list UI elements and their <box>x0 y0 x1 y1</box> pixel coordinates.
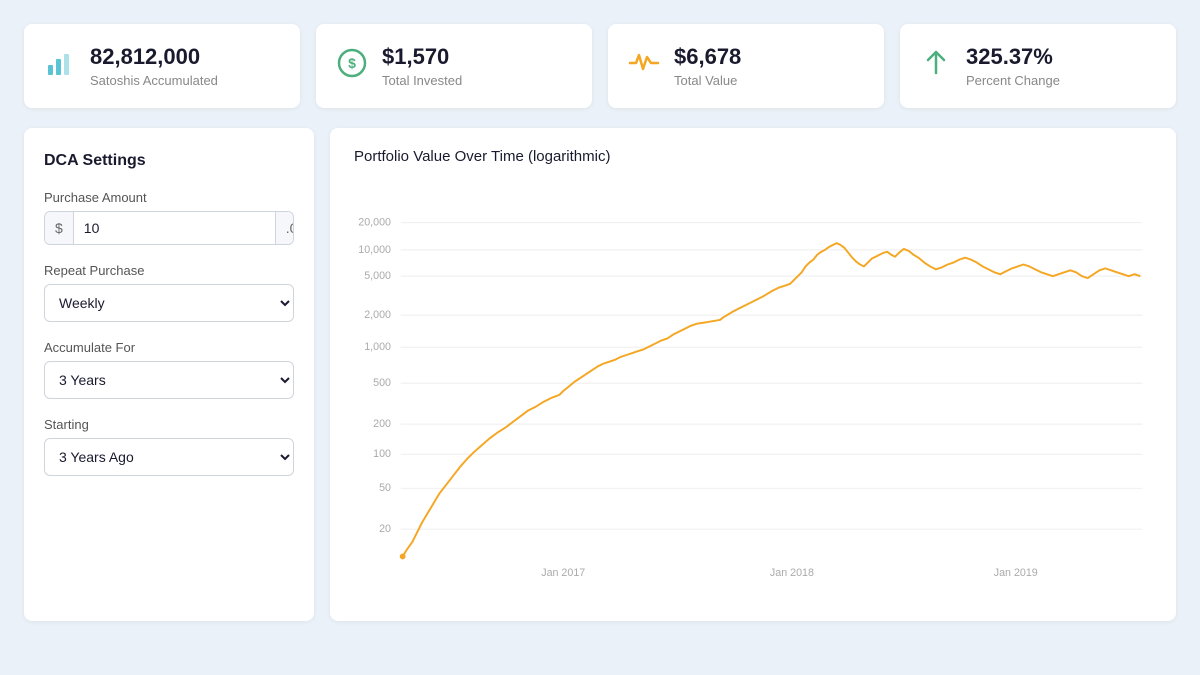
purchase-amount-suffix: .00 <box>275 212 294 244</box>
svg-text:Jan 2019: Jan 2019 <box>994 567 1038 579</box>
repeat-purchase-select[interactable]: Weekly Daily Monthly <box>44 284 294 322</box>
repeat-purchase-group: Repeat Purchase Weekly Daily Monthly <box>44 263 294 322</box>
total-value-value: $6,678 <box>674 44 741 70</box>
purchase-amount-group: Purchase Amount $ .00 <box>44 190 294 245</box>
starting-group: Starting 3 Years Ago 1 Year Ago 5 Years … <box>44 417 294 476</box>
chart-container: 20,000 10,000 5,000 2,000 1,000 500 200 … <box>354 181 1152 601</box>
svg-text:500: 500 <box>373 378 391 390</box>
invested-value: $1,570 <box>382 44 462 70</box>
invested-label: Total Invested <box>382 73 462 88</box>
chart-start-point <box>400 554 406 560</box>
svg-text:2,000: 2,000 <box>364 309 391 321</box>
purchase-amount-label: Purchase Amount <box>44 190 294 205</box>
card-invested: $ $1,570 Total Invested <box>316 24 592 108</box>
purchase-amount-prefix: $ <box>45 212 74 244</box>
starting-select[interactable]: 3 Years Ago 1 Year Ago 5 Years Ago Today <box>44 438 294 476</box>
chart-panel: Portfolio Value Over Time (logarithmic) … <box>330 128 1176 621</box>
settings-panel: DCA Settings Purchase Amount $ .00 Repea… <box>24 128 314 621</box>
card-total-value: $6,678 Total Value <box>608 24 884 108</box>
chart-title: Portfolio Value Over Time (logarithmic) <box>354 148 1152 165</box>
purchase-amount-input-wrapper: $ .00 <box>44 211 294 245</box>
svg-text:5,000: 5,000 <box>364 270 391 282</box>
satoshis-value: 82,812,000 <box>90 44 218 70</box>
card-percent-change: 325.37% Percent Change <box>900 24 1176 108</box>
svg-text:20,000: 20,000 <box>358 217 391 229</box>
svg-text:Jan 2018: Jan 2018 <box>770 567 814 579</box>
svg-text:1,000: 1,000 <box>364 342 391 354</box>
dollar-icon: $ <box>336 47 368 86</box>
satoshis-label: Satoshis Accumulated <box>90 73 218 88</box>
chart-line <box>403 243 1141 556</box>
accumulate-for-select[interactable]: 3 Years 1 Year 5 Years 10 Years <box>44 361 294 399</box>
purchase-amount-input[interactable] <box>74 212 275 244</box>
svg-text:20: 20 <box>379 524 391 536</box>
svg-text:50: 50 <box>379 483 391 495</box>
repeat-purchase-label: Repeat Purchase <box>44 263 294 278</box>
svg-text:10,000: 10,000 <box>358 244 391 256</box>
svg-text:$: $ <box>348 55 356 71</box>
percent-change-value: 325.37% <box>966 44 1060 70</box>
arrow-up-icon <box>920 47 952 86</box>
top-cards: 82,812,000 Satoshis Accumulated $ $1,570… <box>24 24 1176 108</box>
card-satoshis: 82,812,000 Satoshis Accumulated <box>24 24 300 108</box>
starting-label: Starting <box>44 417 294 432</box>
total-value-label: Total Value <box>674 73 741 88</box>
settings-title: DCA Settings <box>44 152 294 170</box>
pulse-icon <box>628 47 660 86</box>
svg-text:Jan 2017: Jan 2017 <box>541 567 585 579</box>
bars-icon <box>44 47 76 86</box>
portfolio-chart: 20,000 10,000 5,000 2,000 1,000 500 200 … <box>354 181 1152 601</box>
percent-change-label: Percent Change <box>966 73 1060 88</box>
svg-text:200: 200 <box>373 418 391 430</box>
accumulate-for-label: Accumulate For <box>44 340 294 355</box>
svg-text:100: 100 <box>373 449 391 461</box>
accumulate-for-group: Accumulate For 3 Years 1 Year 5 Years 10… <box>44 340 294 399</box>
main-area: DCA Settings Purchase Amount $ .00 Repea… <box>24 128 1176 621</box>
